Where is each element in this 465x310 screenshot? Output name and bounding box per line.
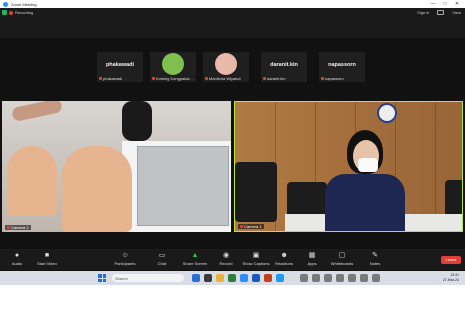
tray-icon[interactable] — [324, 274, 332, 282]
participant-tile[interactable]: napassorn napassorn — [319, 52, 365, 82]
view-grid-icon[interactable] — [437, 10, 445, 15]
minimize-button[interactable]: — — [427, 0, 439, 8]
video-content — [11, 101, 63, 123]
os-taskbar: Search 13:41 27-Mar-24 — [0, 271, 465, 285]
share-screen-icon: ▲ — [191, 252, 199, 259]
show-captions-button[interactable]: ▣ Show Captions — [241, 252, 271, 266]
video-camera-icon: ■ — [44, 252, 50, 259]
tray-icon[interactable] — [300, 274, 308, 282]
video-content — [137, 146, 229, 226]
view-button[interactable]: View — [452, 10, 461, 15]
tray-icon[interactable] — [360, 274, 368, 282]
task-view-icon[interactable] — [192, 274, 200, 282]
zoom-logo-icon — [3, 1, 8, 7]
share-screen-button[interactable]: ▲ Share Screen — [180, 252, 210, 266]
audio-button[interactable]: ● Audio — [2, 252, 32, 266]
participant-caption: Manitcha Wiyakot — [209, 76, 241, 81]
meeting-top-bar: Recording Sign in View — [0, 8, 465, 38]
video-content — [62, 146, 132, 232]
emblem-icon — [377, 103, 397, 123]
chat-icon: ▭ — [158, 252, 166, 259]
chat-button[interactable]: ▭ Chat — [147, 252, 177, 266]
participant-tile[interactable]: Kotsing Kongpakai... — [150, 52, 196, 82]
reactions-icon: ☻ — [280, 252, 288, 259]
file-explorer-icon[interactable] — [216, 274, 224, 282]
video-content — [325, 174, 405, 231]
participant-avatar — [162, 53, 184, 75]
participant-name: daranit.kin — [270, 62, 298, 68]
tray-icon[interactable] — [348, 274, 356, 282]
participants-icon: ☺ — [121, 252, 129, 259]
zoom-taskbar-icon[interactable] — [240, 274, 248, 282]
muted-mic-icon — [152, 77, 155, 80]
muted-mic-icon — [205, 77, 208, 80]
participant-name: napassorn — [328, 62, 356, 68]
participant-caption: phakawadi — [103, 76, 123, 81]
sign-in-link[interactable]: Sign in — [417, 10, 429, 15]
video-tile-camera-1[interactable]: Camera 1 — [234, 101, 463, 232]
app-taskbar-icon[interactable] — [204, 274, 212, 282]
window-title: Zoom Meeting — [11, 1, 37, 7]
participant-tile[interactable]: daranit.kin daranit.kin — [261, 52, 307, 82]
video-content — [435, 102, 436, 231]
participant-caption: Kotsing Kongpakai... — [156, 76, 193, 81]
recording-dot-icon — [9, 10, 13, 15]
taskbar-search-input[interactable]: Search — [112, 274, 184, 282]
video-content — [7, 146, 57, 216]
security-shield-icon[interactable] — [2, 10, 7, 15]
muted-mic-icon — [7, 226, 10, 229]
leave-button[interactable]: Leave — [441, 256, 461, 264]
reactions-button[interactable]: ☻ Reactions — [269, 252, 299, 266]
tray-icon[interactable] — [312, 274, 320, 282]
whiteboards-button[interactable]: ▢ Whiteboards — [327, 252, 357, 266]
apps-button[interactable]: ▦ Apps — [297, 252, 327, 266]
taskbar-clock[interactable]: 13:41 27-Mar-24 — [443, 273, 459, 282]
video-content — [235, 162, 277, 222]
word-taskbar-icon[interactable] — [252, 274, 260, 282]
participant-caption: napassorn — [325, 76, 344, 81]
close-button[interactable]: ✕ — [451, 0, 463, 8]
participant-name: phakawadi — [105, 62, 135, 68]
participant-caption: daranit.kin — [267, 76, 286, 81]
participant-avatar — [215, 53, 237, 75]
participant-tile[interactable]: phakawadi phakawadi — [97, 52, 143, 82]
participant-tile[interactable]: Manitcha Wiyakot — [203, 52, 249, 82]
muted-mic-icon — [321, 77, 324, 80]
app-taskbar-icon[interactable] — [228, 274, 236, 282]
microphone-icon: ● — [14, 252, 20, 259]
muted-mic-icon — [99, 77, 102, 80]
app-taskbar-icon[interactable] — [276, 274, 284, 282]
search-placeholder: Search — [115, 275, 128, 281]
video-content — [358, 158, 378, 172]
powerpoint-taskbar-icon[interactable] — [264, 274, 272, 282]
whiteboard-icon: ▢ — [338, 252, 346, 259]
video-tile-camera-2[interactable]: Camera 2 — [2, 101, 231, 232]
video-content — [122, 101, 152, 141]
video-label: Camera 2 — [11, 225, 29, 230]
start-video-button[interactable]: ■ Start Video — [32, 252, 62, 266]
muted-mic-icon — [240, 225, 243, 228]
clock-date: 27-Mar-24 — [442, 277, 459, 282]
muted-mic-icon — [263, 77, 266, 80]
tray-icon[interactable] — [336, 274, 344, 282]
screen-bottom-margin — [0, 285, 465, 310]
windows-start-icon[interactable] — [98, 274, 106, 282]
meeting-toolbar: ● Audio ■ Start Video ☺ Participants ▭ C… — [0, 249, 465, 270]
window-title-bar: Zoom Meeting — □ ✕ — [0, 0, 465, 8]
notes-icon: ✎ — [372, 252, 378, 259]
apps-icon: ▦ — [308, 252, 316, 259]
recording-label[interactable]: Recording — [15, 10, 33, 15]
notes-button[interactable]: ✎ Notes — [360, 252, 390, 266]
maximize-button[interactable]: □ — [439, 0, 451, 8]
tray-icon[interactable] — [372, 274, 380, 282]
participants-button[interactable]: ☺ Participants — [110, 252, 140, 266]
video-label: Camera 1 — [244, 224, 262, 229]
record-button[interactable]: ◉ Record — [211, 252, 241, 266]
record-icon: ◉ — [222, 252, 230, 259]
captions-icon: ▣ — [252, 252, 260, 259]
